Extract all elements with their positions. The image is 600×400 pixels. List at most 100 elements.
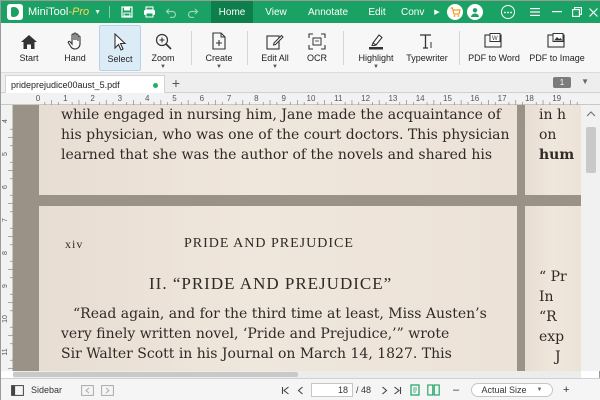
document-viewport[interactable]: while engaged in nursing him, Jane made …: [13, 105, 581, 371]
hand-tool-button[interactable]: Hand: [53, 25, 97, 71]
app-name-text: MiniTool: [28, 6, 69, 18]
menu-view[interactable]: View: [257, 1, 295, 23]
ruler-number: 6: [200, 94, 205, 103]
pdf-to-word-label: PDF to Word: [468, 53, 520, 63]
zoom-button[interactable]: Zoom ▼: [143, 25, 183, 71]
start-button[interactable]: Start: [7, 25, 51, 71]
cursor-arrow-icon: [113, 29, 127, 51]
pdf-to-image-label: PDF to Image: [529, 53, 585, 63]
horizontal-scroll-thumb[interactable]: [13, 372, 298, 377]
tab-list-chevron-icon[interactable]: ▼: [581, 77, 589, 86]
create-label: Create: [205, 53, 233, 63]
hand-label: Hand: [64, 53, 86, 63]
page-text-fragment: exp: [539, 329, 565, 345]
add-tab-icon[interactable]: +: [169, 75, 183, 91]
pdf-page-previous: while engaged in nursing him, Jane made …: [39, 105, 517, 195]
create-button[interactable]: Create ▼: [197, 25, 241, 71]
zoom-in-icon: [155, 28, 172, 50]
page-text-line: Sir Walter Scott in his Journal on March…: [61, 346, 452, 362]
select-label: Select: [107, 54, 133, 64]
menu-edit-label: Edit: [368, 6, 386, 18]
page-number-input[interactable]: 18: [311, 383, 353, 397]
document-tab[interactable]: prideprejudice00aust_5.pdf: [5, 75, 165, 93]
typewriter-button[interactable]: Typewriter: [401, 25, 453, 71]
scroll-up-icon[interactable]: [581, 109, 600, 119]
zoom-in-button-icon[interactable]: +: [563, 383, 569, 397]
typewriter-icon: [418, 28, 436, 50]
ruler-number: 6: [2, 185, 9, 189]
ruler-number: 0: [36, 94, 41, 103]
highlight-dropdown-caret-icon: ▼: [373, 64, 379, 70]
page-text-line: learned that she was the author of the n…: [61, 147, 493, 163]
menu-edit[interactable]: Edit: [359, 1, 395, 23]
start-label: Start: [19, 53, 39, 63]
app-name: MiniTool-Pro: [28, 6, 89, 18]
next-page-icon[interactable]: [381, 383, 388, 397]
sidebar-toggle-button[interactable]: Sidebar: [11, 383, 62, 397]
ruler-number: 10: [2, 315, 9, 323]
pdf-page-current: xiv PRIDE AND PREJUDICE II. “PRIDE AND P…: [39, 206, 517, 371]
menu-annotate[interactable]: Annotate: [299, 1, 357, 23]
undo-icon[interactable]: [160, 1, 182, 23]
select-tool-button[interactable]: Select: [99, 25, 141, 71]
sidebar-label: Sidebar: [31, 385, 63, 395]
last-page-icon[interactable]: [393, 383, 402, 397]
pdf-to-word-button[interactable]: W PDF to Word: [463, 25, 525, 71]
cart-icon[interactable]: [447, 4, 463, 20]
pdf-to-image-button[interactable]: PDF to Image: [527, 25, 587, 71]
redo-icon[interactable]: [182, 1, 204, 23]
unsaved-indicator-icon: [153, 83, 158, 88]
ruler-number: 15: [443, 94, 452, 103]
zoom-select[interactable]: Actual Size ▼: [471, 383, 553, 397]
typewriter-label: Typewriter: [406, 53, 448, 63]
menu-convert[interactable]: Conv: [401, 1, 431, 23]
menu-scroll-right-icon[interactable]: ▶: [431, 1, 443, 23]
menu-hamburger-icon[interactable]: [525, 1, 545, 23]
horizontal-scrollbar[interactable]: [13, 371, 581, 378]
ruler-number: 7: [2, 218, 9, 222]
restore-icon[interactable]: [567, 1, 587, 23]
vertical-scrollbar[interactable]: [581, 105, 600, 371]
page-text-fragment: in h: [539, 107, 566, 123]
document-tab-bar: prideprejudice00aust_5.pdf + 1 ▼: [1, 73, 600, 93]
zoom-select-chevron-icon: ▼: [536, 387, 543, 393]
page-text-fragment: hum: [539, 147, 575, 163]
ruler-number: 1: [63, 94, 68, 103]
save-icon[interactable]: [116, 1, 138, 23]
ruler-ticks: 0 1 2 3 4 5 6 7 8 9 10 11 12 13 14 15 16 17 18 19: [36, 94, 578, 105]
single-page-view-icon[interactable]: [409, 383, 421, 397]
ocr-label: OCR: [307, 53, 327, 63]
menu-home-label: Home: [218, 6, 246, 18]
close-icon[interactable]: [585, 1, 600, 23]
ruler-number: 8: [254, 94, 259, 103]
edit-all-icon: [266, 28, 284, 50]
menu-home[interactable]: Home: [211, 1, 253, 23]
edit-all-button[interactable]: Edit All ▼: [253, 25, 297, 71]
minimize-icon[interactable]: [547, 1, 567, 23]
first-page-icon[interactable]: [281, 383, 290, 397]
ribbon-toolbar: Start Hand Select Zoom ▼ Create ▼ Edit A…: [1, 23, 600, 73]
account-icon[interactable]: [467, 4, 483, 20]
edit-all-dropdown-caret-icon: ▼: [272, 64, 278, 70]
ruler-number: 8: [2, 251, 9, 255]
highlight-button[interactable]: Highlight ▼: [351, 25, 401, 71]
ocr-button[interactable]: OCR: [299, 25, 335, 71]
ruler-number: 16: [470, 94, 479, 103]
page-text-line: “Read again, and for the third time at l…: [73, 306, 487, 322]
toolbar-separator: [247, 31, 248, 65]
two-page-view-icon[interactable]: [427, 383, 440, 397]
ruler-number: 5: [172, 94, 177, 103]
zoom-out-icon[interactable]: –: [453, 383, 459, 397]
chat-icon[interactable]: [501, 5, 515, 19]
titlebar-separator: [109, 6, 111, 18]
hand-icon: [67, 28, 83, 50]
ruler-number: 12: [361, 94, 370, 103]
print-icon[interactable]: [138, 1, 160, 23]
home-icon: [20, 28, 38, 50]
back-view-icon[interactable]: [81, 383, 94, 397]
app-menu-caret-icon[interactable]: ▼: [94, 9, 101, 16]
previous-page-icon[interactable]: [297, 383, 304, 397]
forward-view-icon[interactable]: [101, 383, 114, 397]
vertical-scroll-thumb[interactable]: [586, 127, 596, 173]
sidebar-icon: [11, 384, 24, 396]
